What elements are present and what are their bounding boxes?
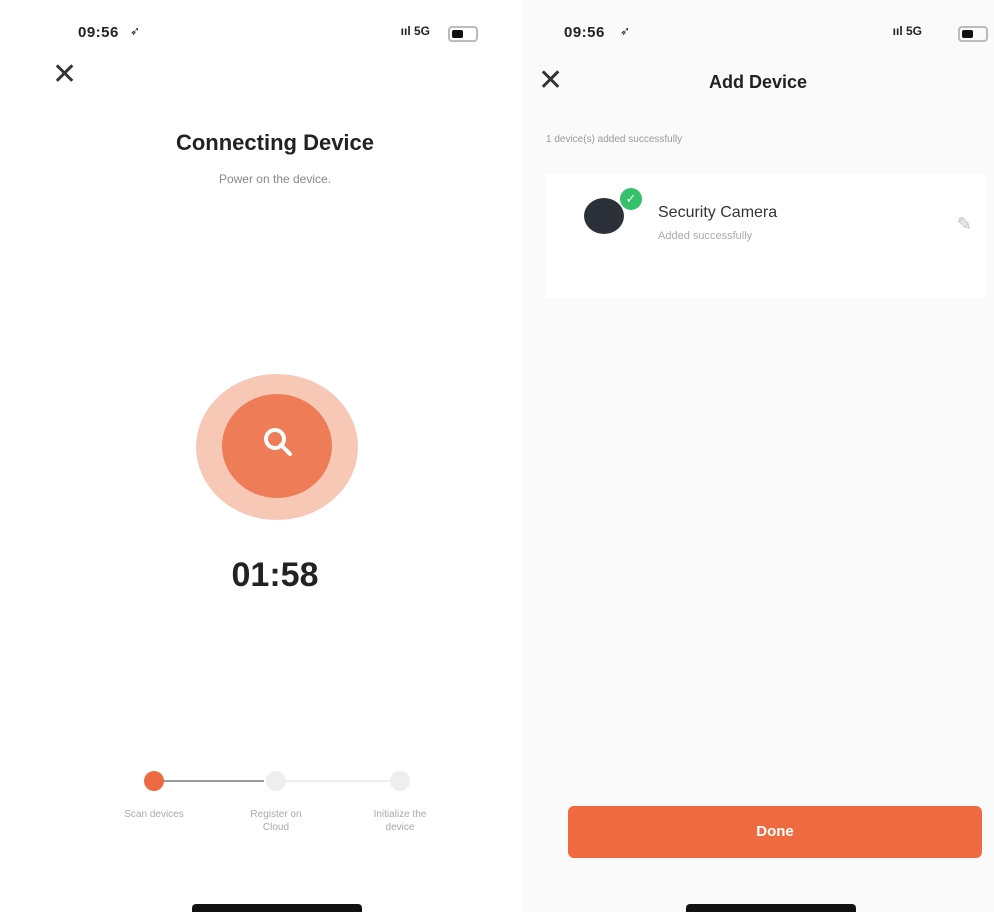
signal-indicator: ııl 5G [400,24,430,38]
connecting-screen: 09:56 ➶ ııl 5G ✕ Connecting Device Power… [0,0,500,912]
status-time: 09:56 [564,24,605,41]
close-icon[interactable]: ✕ [52,60,77,90]
add-device-screen: 09:56 ➶ ııl 5G ✕ Add Device 1 device(s) … [522,0,994,912]
countdown-timer: 01:58 [231,556,319,594]
page-title: Connecting Device [175,130,375,155]
scan-animation [196,374,358,520]
battery-icon [448,26,478,42]
step-connector [270,780,390,782]
search-icon [264,428,292,456]
location-arrow-icon: ➶ [620,24,631,38]
step-label-register: Register on Cloud [250,809,302,833]
status-bar: 09:56 ➶ ııl 5G [522,22,994,46]
signal-indicator: ııl 5G [892,24,922,38]
step-dot-initialize [390,771,410,791]
device-card[interactable]: ✓ Security Camera Added successfully ✎ [546,174,986,298]
done-button[interactable]: Done [568,806,982,858]
progress-stepper: Scan devices Register on Cloud Initializ… [120,766,440,846]
camera-icon [584,198,624,234]
status-time: 09:56 [78,24,119,41]
step-connector [154,780,264,782]
step-dot-scan [144,771,164,791]
device-name: Security Camera [658,204,778,221]
step-dot-register [266,771,286,791]
location-arrow-icon: ➶ [130,24,141,38]
page-subtitle: Power on the device. [218,172,332,186]
home-indicator [686,904,856,912]
pencil-icon[interactable]: ✎ [957,214,972,235]
page-title: Add Device [708,72,808,92]
success-count-text: 1 device(s) added successfully [546,134,683,145]
battery-icon [958,26,988,42]
device-status: Added successfully [658,230,753,242]
home-indicator [192,904,362,912]
step-label-scan: Scan devices [124,809,184,820]
check-icon: ✓ [620,188,642,210]
status-bar: 09:56 ➶ ııl 5G [0,22,500,46]
screenshot: 09:56 ➶ ııl 5G ✕ Connecting Device Power… [0,0,994,912]
step-label-initialize: Initialize the device [373,809,427,833]
